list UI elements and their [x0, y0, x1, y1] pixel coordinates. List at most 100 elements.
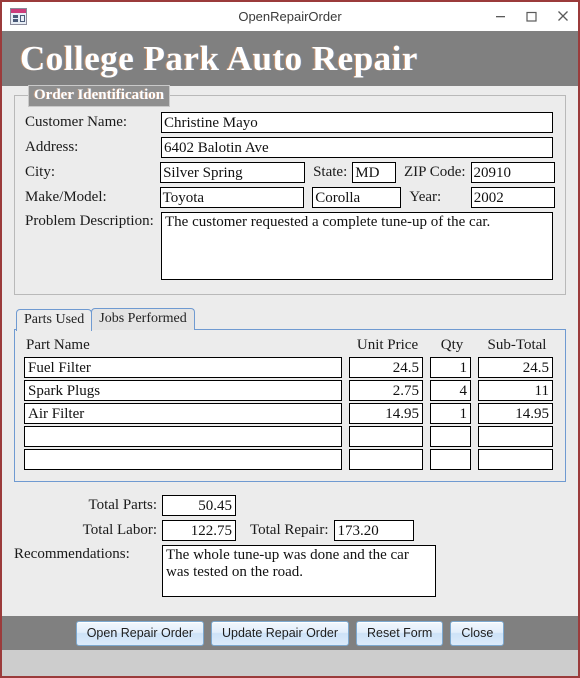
table-cell [24, 426, 345, 449]
parts-table: Part Name Unit Price Qty Sub-Total Fuel … [24, 337, 556, 472]
model-input[interactable]: Corolla [312, 187, 402, 208]
table-cell [430, 426, 474, 449]
cell-part-name[interactable]: Air Filter [24, 403, 342, 424]
header-qty: Qty [440, 337, 464, 353]
total-repair-label: Total Repair: [250, 522, 329, 538]
address-row: Address: 6402 Balotin Ave [25, 137, 555, 158]
total-labor-row: Total Labor: 122.75 Total Repair: 173.20 [14, 520, 566, 541]
parts-table-header-row: Part Name Unit Price Qty Sub-Total [24, 337, 556, 357]
header-unit-price: Unit Price [356, 337, 419, 353]
total-labor-label: Total Labor: [82, 522, 157, 538]
parts-table-body: Fuel Filter 24.5 1 24.5 Spark Plugs 2.75 4 11 Ai… [24, 357, 556, 472]
total-labor-input[interactable]: 122.75 [162, 520, 236, 541]
window-content: College Park Auto Repair Order Identific… [2, 31, 578, 676]
state-label: State: [313, 164, 348, 180]
table-cell: 1 [430, 403, 474, 426]
update-repair-order-button[interactable]: Update Repair Order [211, 620, 350, 646]
tabs-region: Parts Used Jobs Performed Part Name Unit… [14, 307, 566, 483]
order-identification-section: Order Identification Customer Name: Chri… [14, 85, 566, 295]
tab-jobs-performed[interactable]: Jobs Performed [91, 308, 195, 330]
table-cell: Air Filter [24, 403, 345, 426]
problem-description-input[interactable]: The customer requested a complete tune-u… [161, 212, 553, 280]
table-cell: 11 [478, 380, 556, 403]
table-cell: 1 [430, 357, 474, 380]
problem-description-row: Problem Description: The customer reques… [25, 212, 555, 280]
cell-unit-price[interactable] [349, 449, 423, 470]
table-cell [430, 449, 474, 472]
minimize-icon[interactable] [485, 3, 516, 29]
recommendations-row: Recommendations: The whole tune-up was d… [14, 545, 566, 597]
cell-sub-total[interactable] [478, 426, 553, 447]
cell-unit-price[interactable] [349, 426, 423, 447]
cell-qty[interactable] [430, 426, 471, 447]
button-bar: Open Repair Order Update Repair Order Re… [2, 616, 578, 650]
page-title: College Park Auto Repair [20, 38, 418, 78]
customer-name-label: Customer Name: [25, 114, 128, 130]
window-controls [485, 2, 578, 30]
close-button[interactable]: Close [450, 620, 505, 646]
year-input[interactable]: 2002 [470, 187, 555, 208]
maximize-icon[interactable] [516, 3, 547, 29]
tab-parts-used[interactable]: Parts Used [16, 309, 93, 331]
cell-sub-total[interactable]: 11 [478, 380, 553, 401]
tab-panel-parts-used: Part Name Unit Price Qty Sub-Total Fuel … [14, 329, 566, 482]
section-legend: Order Identification [28, 85, 171, 107]
customer-name-row: Customer Name: Christine Mayo [25, 112, 555, 133]
table-cell [349, 426, 426, 449]
table-cell: 24.5 [478, 357, 556, 380]
customer-name-input[interactable]: Christine Mayo [161, 112, 553, 133]
cell-qty[interactable]: 1 [430, 403, 471, 424]
cell-sub-total[interactable]: 14.95 [478, 403, 553, 424]
cell-sub-total[interactable]: 24.5 [478, 357, 553, 378]
table-cell: 4 [430, 380, 474, 403]
zip-code-input[interactable]: 20910 [470, 162, 555, 183]
application-window: OpenRepairOrder College Park Auto Repair… [0, 0, 580, 678]
year-label: Year: [409, 189, 442, 205]
title-bar: OpenRepairOrder [2, 2, 578, 31]
city-label: City: [25, 164, 56, 180]
make-model-label: Make/Model: [25, 189, 107, 205]
make-input[interactable]: Toyota [159, 187, 305, 208]
cell-part-name[interactable] [24, 426, 342, 447]
recommendations-input[interactable]: The whole tune-up was done and the car w… [162, 545, 436, 597]
table-row: Air Filter 14.95 1 14.95 [24, 403, 556, 426]
table-row: Fuel Filter 24.5 1 24.5 [24, 357, 556, 380]
table-cell: Spark Plugs [24, 380, 345, 403]
table-cell: 14.95 [349, 403, 426, 426]
reset-form-button[interactable]: Reset Form [356, 620, 444, 646]
table-row [24, 426, 556, 449]
cell-part-name[interactable]: Fuel Filter [24, 357, 342, 378]
address-input[interactable]: 6402 Balotin Ave [161, 137, 553, 158]
close-icon[interactable] [547, 3, 578, 29]
table-row: Spark Plugs 2.75 4 11 [24, 380, 556, 403]
cell-part-name[interactable]: Spark Plugs [24, 380, 342, 401]
city-input[interactable]: Silver Spring [160, 162, 306, 183]
cell-unit-price[interactable]: 24.5 [349, 357, 423, 378]
cell-part-name[interactable] [24, 449, 342, 470]
cell-qty[interactable] [430, 449, 471, 470]
make-model-year-row: Make/Model: Toyota Corolla Year: 2002 [25, 187, 555, 208]
table-cell [478, 449, 556, 472]
cell-qty[interactable]: 4 [430, 380, 471, 401]
total-repair-input[interactable]: 173.20 [333, 520, 414, 541]
status-bar [2, 650, 578, 676]
total-parts-input[interactable]: 50.45 [162, 495, 236, 516]
table-cell [24, 449, 345, 472]
city-state-zip-row: City: Silver Spring State: MD ZIP Code: … [25, 162, 555, 183]
table-cell: 14.95 [478, 403, 556, 426]
table-cell [349, 449, 426, 472]
cell-qty[interactable]: 1 [430, 357, 471, 378]
table-row [24, 449, 556, 472]
page-banner: College Park Auto Repair [2, 31, 578, 86]
open-repair-order-button[interactable]: Open Repair Order [75, 620, 204, 646]
table-cell: 24.5 [349, 357, 426, 380]
cell-unit-price[interactable]: 14.95 [349, 403, 423, 424]
zip-code-label: ZIP Code: [404, 164, 466, 180]
header-part-name: Part Name [26, 337, 90, 353]
cell-sub-total[interactable] [478, 449, 553, 470]
total-parts-label: Total Parts: [88, 497, 157, 513]
table-cell: 2.75 [349, 380, 426, 403]
cell-unit-price[interactable]: 2.75 [349, 380, 423, 401]
access-form-icon [10, 7, 27, 25]
state-input[interactable]: MD [352, 162, 396, 183]
